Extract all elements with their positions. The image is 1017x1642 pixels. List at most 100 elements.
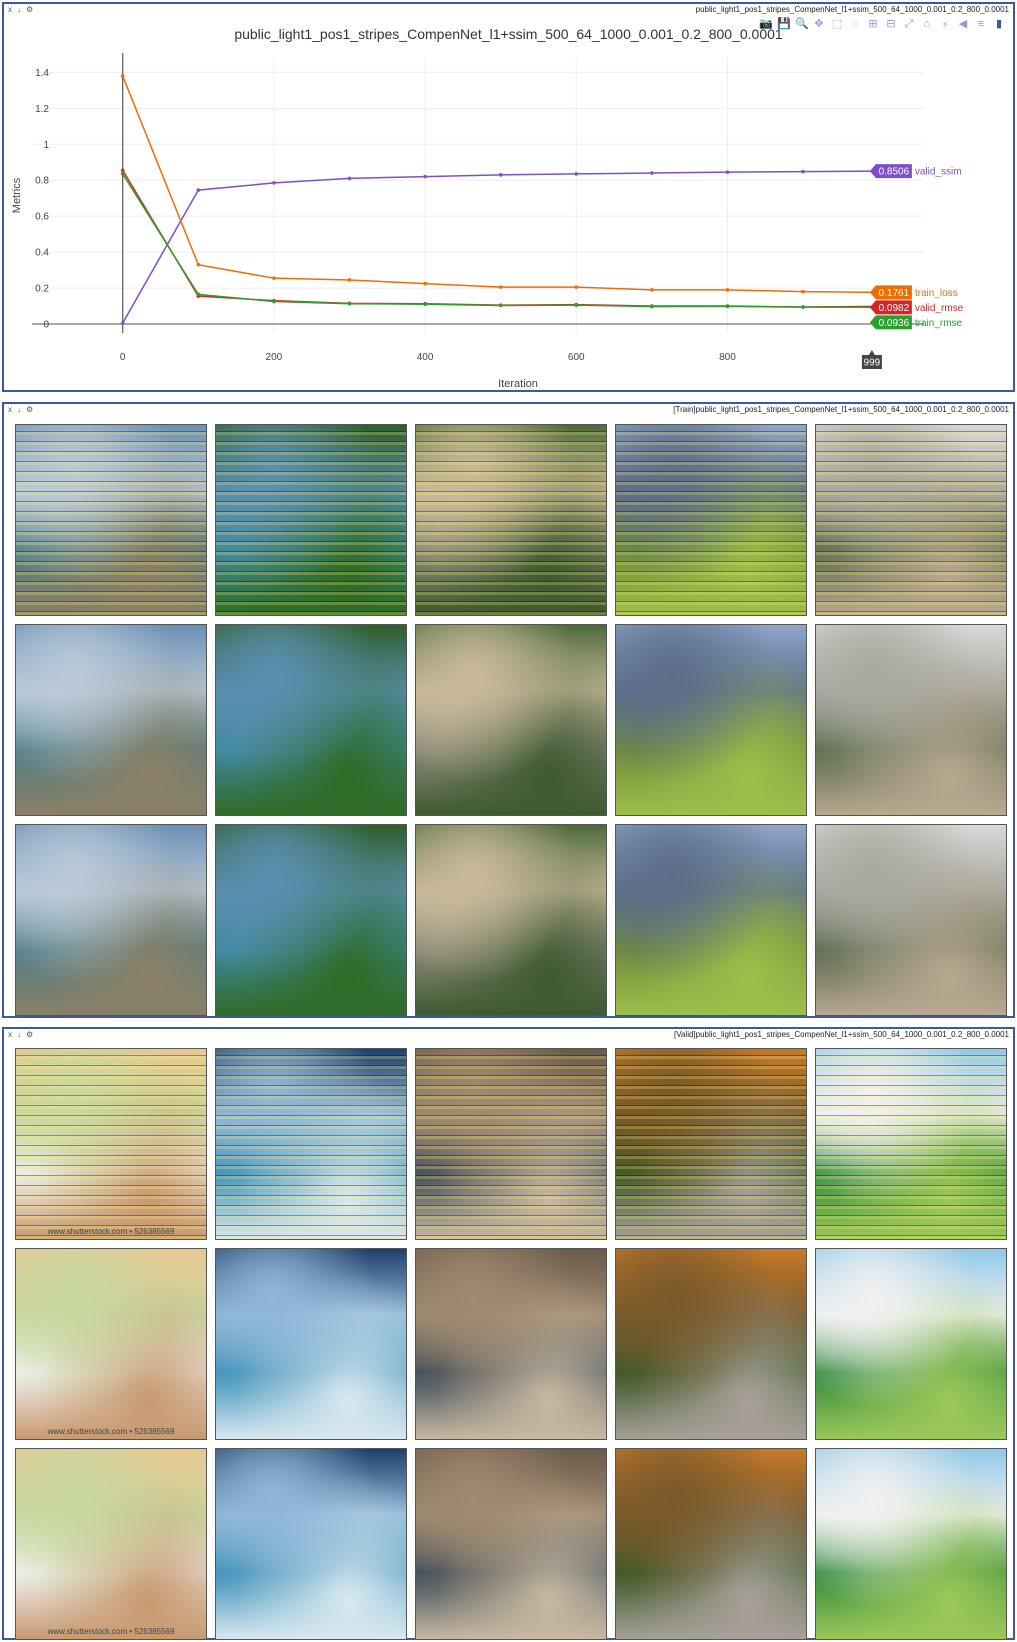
download-button[interactable]: ↓ [17,1029,21,1041]
train-ground-truth-trees-image[interactable] [815,824,1007,1016]
window-controls: x ↓ ⚙ [8,1029,33,1041]
hover-x-label: 999 [864,358,881,369]
train-projected-rocks-image[interactable] [415,424,607,616]
end-label-name: train_loss [915,288,958,299]
y-tick-label: 0.8 [35,176,49,187]
train-ground-truth-lake-image[interactable] [215,824,407,1016]
train-projected-beach-image[interactable] [15,424,207,616]
chart-axes: 0 200 400 600 800 0 0.2 0.4 0.6 0.8 1 1.2 1.4 [35,53,736,363]
train-ground-truth-rocks-image[interactable] [415,824,607,1016]
chart-end-labels: 0.8506 valid_ssim 0.1761 train_loss 0.0982 va… [861,164,964,369]
projected-stripe-pattern [816,425,1006,615]
settings-button[interactable]: ⚙ [26,404,33,416]
data-point-valid_ssim [347,176,352,181]
window-controls: x ↓ ⚙ [8,404,33,416]
train-image-grid [15,424,1007,1016]
data-point-valid_ssim [574,172,579,176]
window-title: [Train]public_light1_pos1_stripes_Compen… [673,405,1009,414]
data-point-train_rmse [801,305,805,309]
metrics-chart[interactable]: 0 200 400 600 800 0 0.2 0.4 0.6 0.8 1 1.2 1.4 0.8506… [4,18,1013,388]
end-label-name: valid_ssim [915,167,962,178]
y-tick-label: 0.4 [35,248,49,259]
y-tick-label: 1.4 [35,68,49,79]
data-point-train_loss [574,285,579,289]
metrics-plot-window: x ↓ ⚙ public_light1_pos1_stripes_CompenN… [2,2,1015,392]
data-point-train_rmse [272,299,276,304]
data-point-train_loss [725,288,730,292]
window-title: [Valid]public_light1_pos1_stripes_Compen… [674,1030,1009,1039]
y-tick-label: 0.6 [35,212,49,223]
x-tick-label: 0 [120,352,126,363]
data-point-train_rmse [725,304,730,309]
end-label-value: 0.1761 [879,288,910,299]
valid-projected-autumn-path-image[interactable] [615,1048,807,1240]
train-ground-truth-mountain-image[interactable] [615,824,807,1016]
data-point-train_rmse [423,302,427,307]
valid-ground-truth-green-house-image[interactable] [815,1448,1007,1640]
projected-stripe-pattern [616,1049,806,1239]
train-projected-trees-image[interactable] [815,424,1007,616]
train-ground-truth-beach-image[interactable] [15,824,207,1016]
data-point-valid_rmse [120,168,125,173]
projected-stripe-pattern [816,1049,1006,1239]
train-predicted-beach-image[interactable] [15,624,207,816]
valid-predicted-blue-cloud-image[interactable] [215,1248,407,1440]
image-watermark: www.shutterstock.com • 526385569 [47,1427,175,1436]
valid-predicted-cubist-image[interactable] [415,1248,607,1440]
close-window-button[interactable]: x [8,4,12,16]
data-point-train_rmse [120,172,125,176]
valid-ground-truth-autumn-path-image[interactable] [615,1448,807,1640]
end-label-value: 0.0936 [879,318,910,329]
train-predicted-lake-image[interactable] [215,624,407,816]
image-watermark: www.shutterstock.com • 526385569 [47,1627,175,1636]
data-point-train_rmse [574,303,579,307]
valid-ground-truth-cubist-image[interactable] [415,1448,607,1640]
valid-predicted-autumn-path-image[interactable] [615,1248,807,1440]
valid-projected-blue-cloud-image[interactable] [215,1048,407,1240]
valid-predicted-watercolor-trees-image[interactable]: www.shutterstock.com • 526385569 [15,1248,207,1440]
data-point-train_rmse [347,301,352,306]
valid-projected-cubist-image[interactable] [415,1048,607,1240]
plot-window-bar: x ↓ ⚙ public_light1_pos1_stripes_CompenN… [4,4,1013,16]
data-point-train_loss [498,285,503,289]
valid-predicted-green-house-image[interactable] [815,1248,1007,1440]
x-axis-label: Iteration [498,378,538,388]
download-button[interactable]: ↓ [17,4,21,16]
close-window-button[interactable]: x [8,1029,12,1041]
download-button[interactable]: ↓ [17,404,21,416]
y-axis-label: Metrics [11,177,23,213]
projected-stripe-pattern [616,425,806,615]
train-projected-lake-image[interactable] [215,424,407,616]
x-tick-label: 200 [266,352,283,363]
y-tick-label: 0 [43,320,49,331]
end-label-train_loss: 0.1761 train_loss [869,285,958,300]
train-predicted-trees-image[interactable] [815,624,1007,816]
data-point-valid_ssim [272,181,276,185]
train-predicted-rocks-image[interactable] [415,624,607,816]
data-point-valid_ssim [725,170,730,174]
valid-ground-truth-blue-cloud-image[interactable] [215,1448,407,1640]
projected-stripe-pattern [416,425,606,615]
data-point-valid_ssim [801,169,805,174]
settings-button[interactable]: ⚙ [26,4,33,16]
data-point-valid_ssim [120,321,125,325]
valid-ground-truth-watercolor-trees-image[interactable]: www.shutterstock.com • 526385569 [15,1448,207,1640]
data-point-valid_ssim [498,173,503,177]
window-controls: x ↓ ⚙ [8,4,33,16]
train-predicted-mountain-image[interactable] [615,624,807,816]
data-point-train_rmse [196,292,201,297]
projected-stripe-pattern [216,1049,406,1239]
y-tick-label: 1 [43,140,49,151]
end-label-value: 0.8506 [879,167,910,178]
train-projected-mountain-image[interactable] [615,424,807,616]
data-point-train_loss [272,276,276,280]
valid-projected-watercolor-trees-image[interactable]: www.shutterstock.com • 526385569 [15,1048,207,1240]
end-label-name: train_rmse [915,318,963,329]
settings-button[interactable]: ⚙ [26,1029,33,1041]
end-label-name: valid_rmse [915,303,964,314]
valid-projected-green-house-image[interactable] [815,1048,1007,1240]
projected-stripe-pattern [16,1049,206,1239]
projected-stripe-pattern [416,1049,606,1239]
projected-stripe-pattern [216,425,406,615]
close-window-button[interactable]: x [8,404,12,416]
